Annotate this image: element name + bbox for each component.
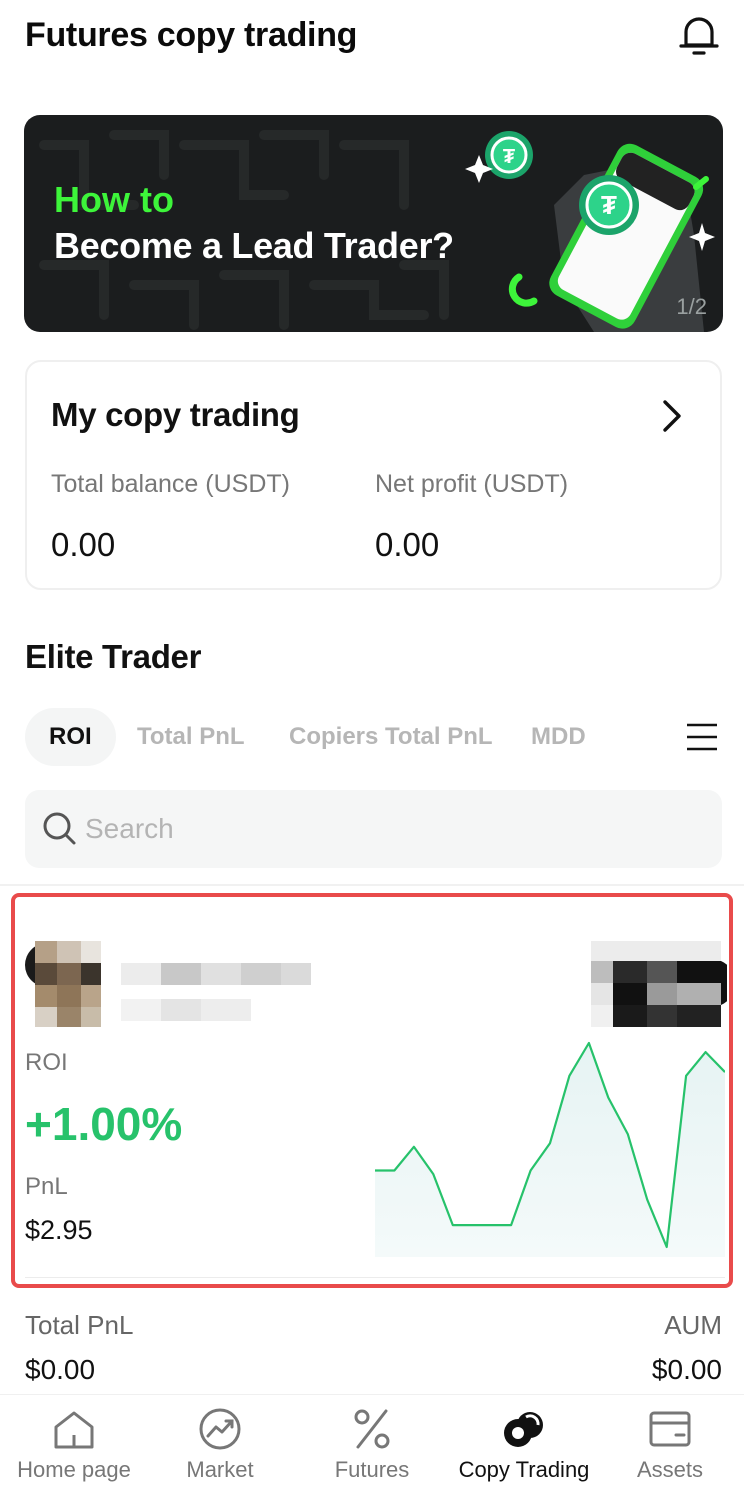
sort-tabs: ROI Total PnL Copiers Total PnL MDD	[25, 708, 725, 768]
pnl-value: $2.95	[25, 1215, 93, 1245]
my-copy-trading-card[interactable]: My copy trading Total balance (USDT) 0.0…	[25, 360, 722, 590]
nav-copy-trading-label: Copy Trading	[458, 1457, 590, 1482]
assets-icon	[649, 1411, 691, 1447]
card-divider	[25, 1277, 725, 1278]
net-profit-value: 0.00	[375, 526, 440, 563]
elite-trader-title: Elite Trader	[25, 638, 202, 675]
tab-total-pnl[interactable]: Total PnL	[137, 708, 245, 766]
bottom-navigation: Home page Market Futures Copy Trading As…	[0, 1394, 744, 1488]
chevron-right-icon[interactable]	[657, 398, 687, 434]
search-bar	[25, 790, 722, 868]
next-total-pnl-value: $0.00	[25, 1354, 96, 1385]
svg-text:₮: ₮	[601, 190, 617, 220]
page-title: Futures copy trading	[25, 16, 358, 54]
next-total-pnl-label: Total PnL	[25, 1310, 134, 1340]
section-divider	[0, 884, 744, 886]
nav-market-label: Market	[186, 1457, 254, 1482]
hamburger-menu-icon[interactable]	[685, 720, 719, 754]
nav-copy-trading[interactable]: Copy Trading	[450, 1395, 598, 1488]
promo-banner[interactable]: How to Become a Lead Trader? ₮ ₮ 1/2	[24, 115, 723, 332]
banner-heading-line2: Become a Lead Trader?	[54, 225, 454, 266]
my-copy-trading-title: My copy trading	[51, 396, 300, 433]
banner-pager: 1/2	[676, 294, 707, 319]
copy-trading-icon	[504, 1412, 543, 1447]
copy-button-blurred[interactable]	[581, 941, 727, 1031]
trader-avatar-blurred	[25, 941, 311, 1027]
nav-futures-label: Futures	[334, 1457, 410, 1482]
search-icon	[43, 812, 76, 845]
nav-futures[interactable]: Futures	[298, 1395, 446, 1488]
roi-label: ROI	[25, 1049, 68, 1076]
nav-assets[interactable]: Assets	[596, 1395, 744, 1488]
tab-mdd[interactable]: MDD	[531, 708, 586, 766]
trader-card[interactable]: ROI +1.00% PnL $2.95	[11, 893, 733, 1288]
market-icon	[199, 1408, 241, 1450]
next-aum-value: $0.00	[651, 1354, 722, 1385]
net-profit-label: Net profit (USDT)	[375, 470, 569, 498]
banner-heading-line1: How to	[54, 179, 174, 220]
roi-sparkline	[375, 1041, 725, 1257]
nav-home[interactable]: Home page	[0, 1395, 148, 1488]
nav-home-label: Home page	[17, 1457, 131, 1482]
nav-market[interactable]: Market	[146, 1395, 294, 1488]
tab-copiers-total-pnl[interactable]: Copiers Total PnL	[289, 708, 493, 766]
home-icon	[54, 1411, 94, 1449]
search-input[interactable]	[85, 804, 685, 854]
total-balance-value: 0.00	[51, 526, 116, 563]
pnl-label: PnL	[25, 1173, 68, 1200]
total-balance-label: Total balance (USDT)	[51, 470, 290, 498]
nav-assets-label: Assets	[636, 1457, 704, 1482]
futures-icon	[354, 1409, 390, 1449]
next-aum-label: AUM	[664, 1310, 722, 1340]
roi-value: +1.00%	[25, 1098, 183, 1150]
bell-icon[interactable]	[676, 12, 722, 58]
tab-roi[interactable]: ROI	[25, 708, 116, 766]
sparkline-area	[375, 1043, 725, 1257]
svg-text:₮: ₮	[503, 146, 515, 168]
page-header: Futures copy trading	[0, 0, 744, 80]
